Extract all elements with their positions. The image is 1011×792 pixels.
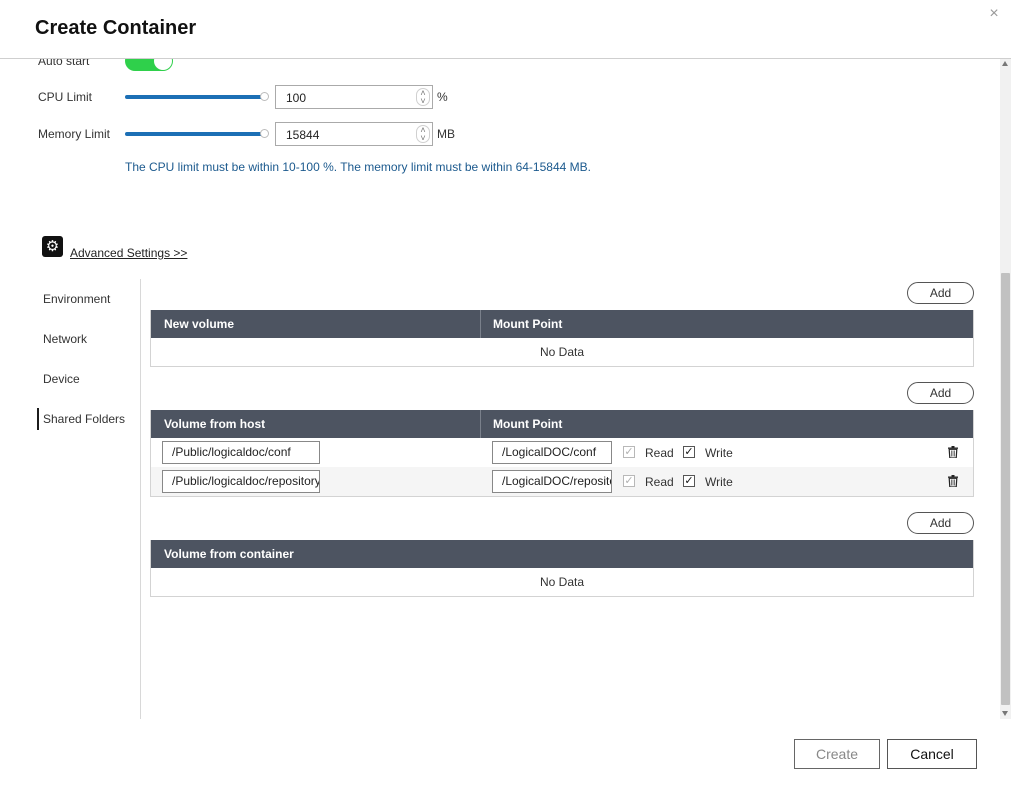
- advanced-side-nav: Environment Network Device Shared Folder…: [0, 279, 141, 719]
- scroll-down-icon[interactable]: [1002, 711, 1008, 716]
- cpu-limit-value: 100: [286, 91, 307, 105]
- nav-item-environment[interactable]: Environment: [43, 292, 110, 306]
- dialog-header: Create Container ×: [0, 0, 1011, 59]
- scrollbar-thumb[interactable]: [1001, 273, 1010, 705]
- auto-start-toggle[interactable]: [125, 59, 173, 71]
- memory-limit-label: Memory Limit: [38, 127, 111, 141]
- limit-hint: The CPU limit must be within 10-100 %. T…: [125, 160, 591, 174]
- write-checkbox[interactable]: ✓: [683, 475, 695, 487]
- host-volume-table: Volume from host Mount Point /Public/log…: [150, 410, 974, 497]
- nav-item-network[interactable]: Network: [43, 332, 87, 346]
- memory-limit-unit: MB: [437, 127, 455, 141]
- slider-handle[interactable]: [260, 129, 269, 138]
- add-host-volume-button[interactable]: Add: [907, 382, 974, 404]
- column-mount-point: Mount Point: [493, 417, 563, 431]
- cpu-limit-input[interactable]: 100 ˄ ˅: [275, 85, 433, 109]
- auto-start-label: Auto start: [38, 59, 90, 68]
- column-new-volume: New volume: [164, 317, 235, 331]
- write-checkbox[interactable]: ✓: [683, 446, 695, 458]
- gear-icon: ⚙: [42, 236, 63, 257]
- slider-handle[interactable]: [260, 92, 269, 101]
- spinner-arrows-icon[interactable]: ˄ ˅: [416, 125, 430, 143]
- table-row: /Public/logicaldoc/conf /LogicalDOC/conf…: [151, 438, 973, 467]
- read-checkbox: ✓: [623, 475, 635, 487]
- table-header: Volume from host Mount Point: [151, 410, 973, 438]
- mount-point-input[interactable]: /LogicalDOC/repository: [492, 470, 612, 493]
- cpu-limit-label: CPU Limit: [38, 90, 93, 104]
- write-label: Write: [705, 446, 733, 460]
- cpu-limit-slider[interactable]: [125, 92, 269, 101]
- column-divider: [480, 410, 481, 438]
- read-label: Read: [645, 475, 674, 489]
- no-data-message: No Data: [539, 575, 585, 589]
- create-button[interactable]: Create: [794, 739, 880, 769]
- no-data-message: No Data: [539, 345, 585, 359]
- column-mount-point: Mount Point: [493, 317, 563, 331]
- dialog-title: Create Container: [35, 17, 197, 39]
- memory-limit-slider[interactable]: [125, 129, 269, 138]
- container-volume-table: Volume from container No Data: [150, 540, 974, 597]
- trash-icon[interactable]: [948, 475, 958, 487]
- write-label: Write: [705, 475, 733, 489]
- column-volume-from-host: Volume from host: [164, 417, 266, 431]
- table-header: New volume Mount Point: [151, 310, 973, 338]
- slider-track: [125, 132, 263, 136]
- column-divider: [480, 310, 481, 338]
- trash-icon[interactable]: [948, 446, 958, 458]
- add-new-volume-button[interactable]: Add: [907, 282, 974, 304]
- read-checkbox: ✓: [623, 446, 635, 458]
- memory-limit-input[interactable]: 15844 ˄ ˅: [275, 122, 433, 146]
- memory-limit-value: 15844: [286, 128, 320, 142]
- cpu-limit-unit: %: [437, 90, 448, 104]
- mount-point-input[interactable]: /LogicalDOC/conf: [492, 441, 612, 464]
- vertical-scrollbar[interactable]: [1000, 59, 1011, 719]
- nav-active-indicator: [37, 408, 39, 430]
- host-path-input[interactable]: /Public/logicaldoc/repository: [162, 470, 320, 493]
- advanced-settings-link[interactable]: Advanced Settings >>: [70, 246, 187, 260]
- table-header: Volume from container: [151, 540, 973, 568]
- dialog-content[interactable]: Auto start CPU Limit 100 ˄ ˅ % Memory Lim…: [0, 59, 1000, 719]
- column-volume-from-container: Volume from container: [164, 547, 294, 561]
- toggle-knob: [154, 59, 172, 70]
- host-path-input[interactable]: /Public/logicaldoc/conf: [162, 441, 320, 464]
- add-container-volume-button[interactable]: Add: [907, 512, 974, 534]
- close-icon[interactable]: ×: [986, 6, 1002, 22]
- nav-item-device[interactable]: Device: [43, 372, 80, 386]
- read-label: Read: [645, 446, 674, 460]
- nav-item-shared-folders[interactable]: Shared Folders: [43, 412, 125, 426]
- new-volume-table: New volume Mount Point No Data: [150, 310, 974, 367]
- scroll-up-icon[interactable]: [1002, 61, 1008, 66]
- table-row: /Public/logicaldoc/repository /LogicalDO…: [151, 467, 973, 496]
- slider-track: [125, 95, 263, 99]
- spinner-arrows-icon[interactable]: ˄ ˅: [416, 88, 430, 106]
- cancel-button[interactable]: Cancel: [887, 739, 977, 769]
